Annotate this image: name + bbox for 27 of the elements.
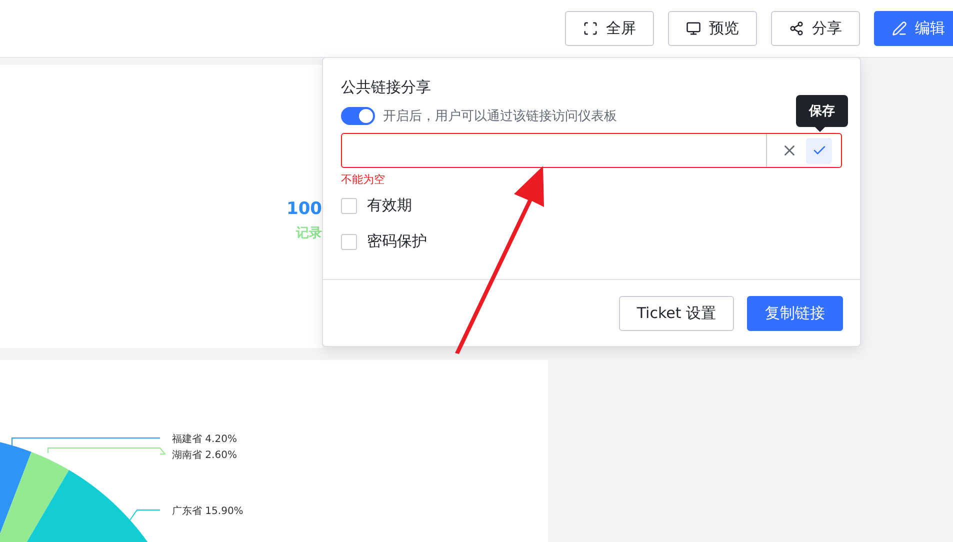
tooltip: 保存 (796, 95, 848, 127)
settings-button[interactable]: Ticket 设置 (618, 296, 734, 330)
checkbox-label: 密码保护 (367, 232, 427, 251)
popup-title: 公共链接分享 (341, 77, 432, 97)
slice-label: 广东省 15.90% (172, 506, 244, 517)
slice-label: 福建省 4.20% (172, 434, 237, 445)
toggle-switch[interactable] (341, 107, 375, 125)
copy-link-button[interactable]: 复制链接 (747, 296, 843, 330)
leader-line (130, 510, 160, 520)
checkbox[interactable] (341, 234, 357, 250)
confirm-button[interactable] (806, 138, 832, 164)
toolbar-button[interactable]: 分享 (771, 11, 860, 46)
toolbar-button[interactable]: 编辑 (874, 11, 953, 46)
link-input-field[interactable] (341, 133, 842, 168)
toolbar-button[interactable]: 全屏 (565, 11, 654, 46)
monitor-icon (686, 21, 701, 36)
fullscreen-icon (583, 21, 598, 36)
slice-label: 湖南省 2.60% (172, 450, 237, 461)
error-message: 不能为空 (341, 172, 386, 188)
checkbox[interactable] (341, 198, 357, 214)
stat-value: 100 (286, 198, 322, 220)
toolbar-button[interactable]: 预览 (668, 11, 757, 46)
checkbox-label: 有效期 (367, 196, 412, 215)
pen-icon (892, 21, 907, 36)
toggle-hint: 开启后，用户可以通过该链接访问仪表板 (383, 108, 617, 125)
stat-label: 记录 (296, 225, 322, 242)
share-icon (789, 21, 804, 36)
